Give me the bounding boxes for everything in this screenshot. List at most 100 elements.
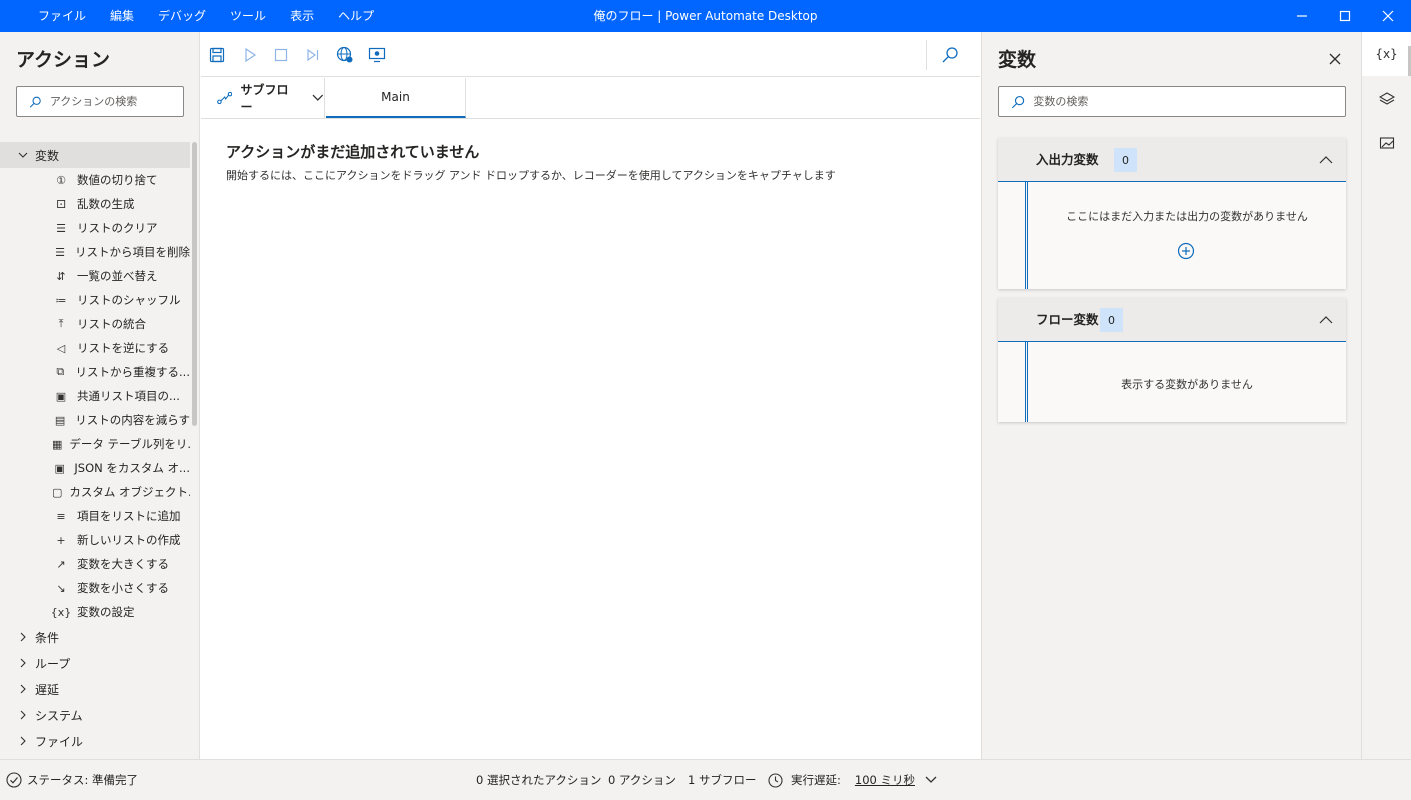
subflow-label: サブフロー xyxy=(240,83,289,114)
action-item-label: データ テーブル列をリ... xyxy=(69,437,190,451)
action-item-label: カスタム オブジェクト... xyxy=(69,485,190,499)
io-variables-label: 入出力変数 xyxy=(1036,152,1099,167)
workspace-canvas[interactable]: アクションがまだ追加されていません 開始するには、ここにアクションをドラッグ ア… xyxy=(201,120,980,759)
search-icon xyxy=(29,96,41,108)
chevron-up-icon[interactable] xyxy=(1316,310,1336,330)
maximize-button[interactable] xyxy=(1322,0,1368,32)
menu-help[interactable]: ヘルプ xyxy=(326,0,386,32)
chevron-down-icon[interactable] xyxy=(925,776,937,784)
web-recorder-button[interactable] xyxy=(334,44,356,66)
title-bar: ファイル 編集 デバッグ ツール 表示 ヘルプ 俺のフロー | Power Au… xyxy=(0,0,1411,32)
tab-main[interactable]: Main xyxy=(326,78,466,118)
chevron-down-icon xyxy=(312,94,324,101)
action-item[interactable]: {x} 変数の設定 xyxy=(0,600,190,624)
action-item[interactable]: ▣ JSON をカスタム オ... xyxy=(0,456,190,480)
subtract-icon: ▤ xyxy=(54,413,66,427)
subflow-dropdown[interactable]: サブフロー xyxy=(201,78,325,118)
action-item[interactable]: ▦ データ テーブル列をリ... xyxy=(0,432,190,456)
actions-scrollbar[interactable] xyxy=(192,142,197,426)
actions-panel-title: アクション xyxy=(16,49,111,71)
category-item[interactable]: ループ xyxy=(0,650,190,676)
variable-search-box[interactable] xyxy=(998,86,1346,117)
action-item-label: 乱数の生成 xyxy=(77,197,135,211)
layers-icon xyxy=(1378,92,1395,105)
variables-rail-button[interactable]: {x} xyxy=(1362,32,1411,76)
run-delay: 実行遅延: 100 ミリ秒 xyxy=(768,760,937,800)
action-item[interactable]: ↗ 変数を大きくする xyxy=(0,552,190,576)
find-button[interactable] xyxy=(939,44,961,66)
variables-icon: {x} xyxy=(1375,47,1398,61)
category-item[interactable]: システム xyxy=(0,702,190,728)
increase-icon: ↗ xyxy=(56,557,66,571)
check-circle-icon xyxy=(6,772,22,788)
action-item[interactable]: ☰ リストのクリア xyxy=(0,216,190,240)
actions-count: 0 アクション xyxy=(608,773,676,787)
action-item-label: 新しいリストの作成 xyxy=(77,533,181,547)
clock-icon xyxy=(768,772,783,788)
flow-variables-header[interactable]: フロー変数 0 xyxy=(998,298,1346,342)
variable-search-input[interactable] xyxy=(1033,95,1345,108)
designer-toolbar xyxy=(201,32,980,77)
save-button[interactable] xyxy=(206,44,228,66)
category-item[interactable]: ファイル xyxy=(0,728,190,754)
menu-tools[interactable]: ツール xyxy=(218,0,278,32)
action-item-label: リストから重複する... xyxy=(75,365,190,379)
action-item-label: 変数を小さくする xyxy=(77,581,169,595)
stop-button[interactable] xyxy=(270,44,292,66)
action-item[interactable]: ① 数値の切り捨て xyxy=(0,168,190,192)
close-window-button[interactable] xyxy=(1365,0,1411,32)
selected-actions-count: 0 選択されたアクション xyxy=(476,773,602,787)
action-item-label: 共通リスト項目の... xyxy=(77,389,180,403)
action-item[interactable]: ⚀ 乱数の生成 xyxy=(0,192,190,216)
action-item[interactable]: ▤ リストの内容を減らす xyxy=(0,408,190,432)
action-item[interactable]: ⤒ リストの統合 xyxy=(0,312,190,336)
action-item[interactable]: ☰ リストから項目を削除 xyxy=(0,240,190,264)
io-variables-header[interactable]: 入出力変数 0 xyxy=(998,138,1346,182)
category-item[interactable]: 遅延 xyxy=(0,676,190,702)
plus-circle-icon xyxy=(1177,242,1195,260)
list-add-icon: ≡ xyxy=(56,509,66,523)
status-indicator: ステータス: 準備完了 xyxy=(6,760,138,800)
menu-view[interactable]: 表示 xyxy=(278,0,326,32)
category-label: システム xyxy=(35,708,83,723)
action-item-label: 一覧の並べ替え xyxy=(77,269,158,283)
chevron-right-icon xyxy=(18,710,28,720)
menu-debug[interactable]: デバッグ xyxy=(146,0,218,32)
action-item[interactable]: ▢ カスタム オブジェクト... xyxy=(0,480,190,504)
ui-elements-rail-button[interactable] xyxy=(1362,77,1411,121)
action-item-label: 項目をリストに追加 xyxy=(77,509,181,523)
images-rail-button[interactable] xyxy=(1362,121,1411,165)
close-variables-button[interactable] xyxy=(1325,49,1345,69)
run-next-action-button[interactable] xyxy=(302,44,324,66)
globe-icon xyxy=(336,46,353,63)
save-icon xyxy=(209,47,225,63)
desktop-recorder-button[interactable] xyxy=(366,44,388,66)
action-item-label: リストの内容を減らす xyxy=(75,413,190,427)
menu-file[interactable]: ファイル xyxy=(26,0,98,32)
category-item[interactable]: 条件 xyxy=(0,624,190,650)
run-delay-value[interactable]: 100 ミリ秒 xyxy=(855,760,915,800)
add-io-variable-button[interactable] xyxy=(1177,242,1195,260)
chevron-up-icon[interactable] xyxy=(1316,150,1336,170)
action-item[interactable]: ≔ リストのシャッフル xyxy=(0,288,190,312)
category-variables[interactable]: 変数 xyxy=(0,142,190,168)
flow-variables-count: 0 xyxy=(1100,308,1123,332)
menu-edit[interactable]: 編集 xyxy=(98,0,146,32)
action-item-label: 変数の設定 xyxy=(77,605,135,619)
plus-icon: + xyxy=(56,533,66,547)
action-item[interactable]: ≡ 項目をリストに追加 xyxy=(0,504,190,528)
action-item[interactable]: ⧉ リストから重複する... xyxy=(0,360,190,384)
action-item[interactable]: ▣ 共通リスト項目の... xyxy=(0,384,190,408)
action-item[interactable]: ◁ リストを逆にする xyxy=(0,336,190,360)
category-label: ループ xyxy=(35,656,71,671)
flow-variables-label: フロー変数 xyxy=(1036,312,1099,327)
action-search-box[interactable] xyxy=(16,86,184,117)
action-item[interactable]: ↘ 変数を小さくする xyxy=(0,576,190,600)
action-item[interactable]: + 新しいリストの作成 xyxy=(0,528,190,552)
duplicate-icon: ⧉ xyxy=(56,365,65,378)
action-item[interactable]: ⇵ 一覧の並べ替え xyxy=(0,264,190,288)
minimize-button[interactable] xyxy=(1279,0,1325,32)
chevron-right-icon xyxy=(18,632,28,642)
run-button[interactable] xyxy=(239,44,261,66)
action-search-input[interactable] xyxy=(49,95,183,108)
